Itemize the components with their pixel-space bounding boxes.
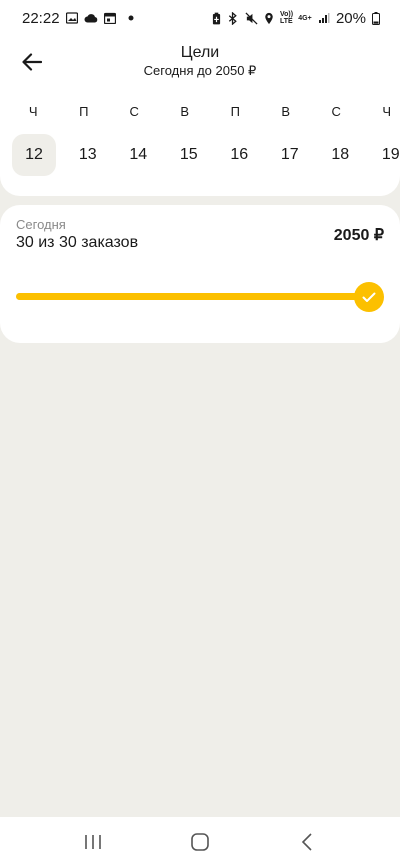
battery-percent: 20% <box>335 9 366 27</box>
progress-track <box>16 293 368 300</box>
goal-card[interactable]: Сегодня 30 из 30 заказов 2050 ₽ <box>0 205 400 343</box>
date-cell[interactable]: 16 <box>214 134 265 176</box>
page-subtitle: Сегодня до 2050 ₽ <box>143 63 257 78</box>
network-label: 4G+ <box>298 14 312 22</box>
status-right: Vo)) LTE 4G+ 20% <box>212 10 380 27</box>
weekday-label: П <box>79 104 89 119</box>
check-icon <box>362 292 376 302</box>
date-cell[interactable]: 17 <box>265 134 316 176</box>
page-title: Цели <box>180 44 220 61</box>
date-cell[interactable]: 13 <box>63 134 114 176</box>
weekday-label: В <box>180 104 190 119</box>
date-cell[interactable]: 15 <box>164 134 215 176</box>
date-row: 12 13 14 15 16 17 18 19 <box>8 134 400 178</box>
calendar-icon <box>103 12 116 24</box>
recent-apps-button[interactable] <box>73 822 113 862</box>
back-icon <box>301 833 312 851</box>
weekday-label: Ч <box>382 104 392 119</box>
weekday-label: П <box>230 104 240 119</box>
weekday-row: Ч П С В П В С Ч <box>8 104 400 124</box>
battery-saver-icon <box>212 12 221 24</box>
mute-icon <box>245 11 258 25</box>
date-cell[interactable]: 18 <box>315 134 366 176</box>
goal-amount: 2050 ₽ <box>333 227 384 244</box>
cloud-icon <box>84 14 97 23</box>
dot-icon <box>128 15 134 21</box>
progress-fill <box>16 293 368 300</box>
volte-label: Vo)) LTE <box>279 11 294 25</box>
status-left: 22:22 <box>22 10 134 27</box>
weekday-label: Ч <box>28 104 38 119</box>
location-icon <box>265 12 273 24</box>
goal-progress-text: 30 из 30 заказов <box>16 234 139 251</box>
status-time: 22:22 <box>22 9 60 27</box>
date-cell-selected[interactable]: 12 <box>12 134 56 176</box>
recent-apps-icon <box>85 835 102 849</box>
progress-complete-badge <box>354 282 384 312</box>
date-cell[interactable]: 19 <box>366 134 400 176</box>
date-cell[interactable]: 14 <box>113 134 164 176</box>
weekday-label: В <box>281 104 291 119</box>
signal-icon <box>318 13 330 23</box>
gallery-icon <box>65 12 78 24</box>
goal-label: Сегодня <box>16 217 66 232</box>
home-button[interactable] <box>180 822 220 862</box>
home-icon <box>191 833 209 851</box>
system-nav-bar <box>0 817 400 867</box>
nav-back-button[interactable] <box>287 822 327 862</box>
header-card: Цели Сегодня до 2050 ₽ Ч П С В П В С Ч 1… <box>0 36 400 196</box>
weekday-label: С <box>129 104 139 119</box>
weekday-label: С <box>331 104 341 119</box>
status-bar: 22:22 Vo)) LTE 4G+ 20% <box>0 0 400 36</box>
bluetooth-icon <box>228 11 237 25</box>
battery-icon <box>372 11 380 25</box>
